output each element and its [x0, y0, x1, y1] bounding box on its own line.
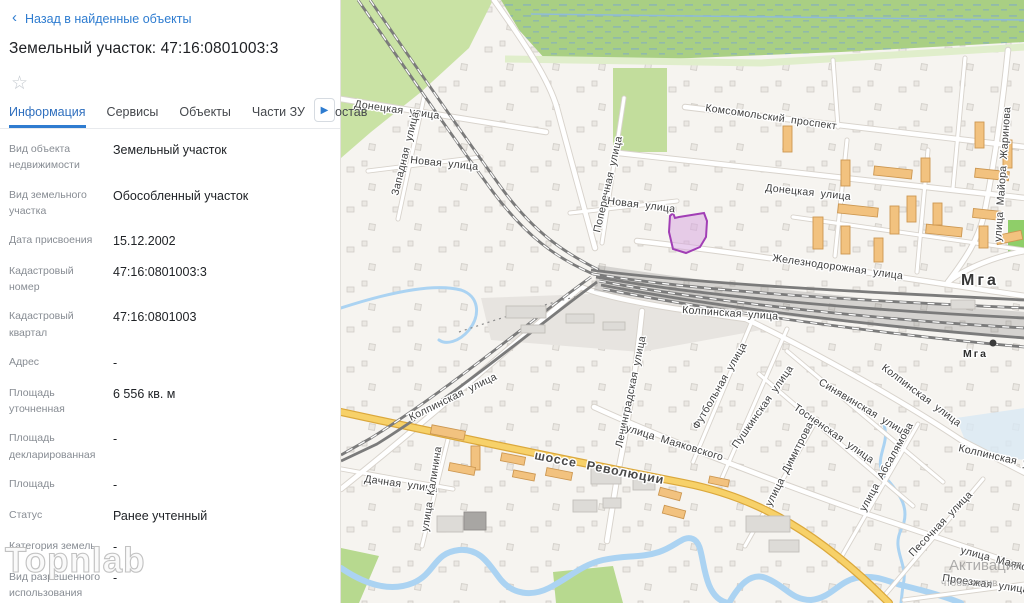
map-canvas[interactable]: Донецкая улица Комсомольский проспект За… [341, 0, 1024, 603]
field-value: - [113, 356, 118, 370]
field-label: Площадь уточненная [9, 386, 65, 416]
field-label: Вид земельного участка [9, 188, 87, 217]
field-label: Вид объекта недвижимости [9, 143, 80, 172]
field-value: 15.12.2002 [113, 234, 176, 249]
field-row: Кадастровый номер 47:16:0801003:3 [9, 263, 331, 296]
field-row: Площадь уточненная 6 556 кв. м [9, 385, 331, 418]
field-value: Земельный участок [113, 143, 227, 157]
tab-services[interactable]: Сервисы [107, 105, 159, 128]
map[interactable]: Донецкая улица Комсомольский проспект За… [340, 0, 1024, 603]
back-chevron-icon: ‹ [12, 9, 17, 26]
back-link-label: Назад в найденные объекты [25, 11, 192, 26]
field-label: Категория земель [9, 539, 96, 552]
activation-watermark-line1: Активация [949, 557, 1022, 574]
field-row: Вид земельного участка Обособленный участ… [9, 187, 331, 220]
field-row: Площадь - [9, 476, 331, 494]
station-label: Мга [963, 348, 988, 360]
field-value: - [113, 570, 118, 585]
field-value: - [113, 539, 118, 554]
field-label: Статус [9, 508, 43, 521]
activation-watermark-line2: чтобы актив [941, 577, 997, 589]
field-row: Дата присвоения 15.12.2002 [9, 232, 331, 250]
field-label: Вид разрешенного использования [9, 570, 101, 599]
tab-parcel-parts[interactable]: Части ЗУ [252, 105, 305, 128]
field-value: - [113, 432, 118, 447]
field-value: 6 556 кв. м [113, 386, 176, 401]
field-label: Площадь декларированная [9, 432, 96, 461]
field-value: Обособленный участок [113, 188, 249, 203]
tabs-overflow-button[interactable]: ▶ [314, 98, 335, 122]
field-label: Кадастровый номер [9, 264, 74, 294]
forest-patch [553, 566, 623, 603]
field-row: Статус Ранее учтенный [9, 507, 331, 525]
field-row: Вид разрешенного использования - [9, 569, 331, 602]
tab-objects[interactable]: Объекты [179, 105, 231, 128]
field-row: Вид объекта недвижимости Земельный участо… [9, 141, 331, 174]
tab-information[interactable]: Информация [9, 105, 86, 128]
favorite-star-icon[interactable]: ☆ [0, 60, 340, 99]
town-label: Мга [961, 272, 999, 289]
industrial-building-dark [463, 511, 487, 531]
field-value: 47:16:0801003 [113, 310, 197, 325]
swamp-area [501, 0, 1024, 67]
tab-bar: Информация Сервисы Объекты Части ЗУ Сост… [0, 98, 367, 129]
cadastral-map-app: ‹ Назад в найденные объекты Земельный уч… [0, 0, 1024, 603]
field-label: Адрес [9, 356, 40, 368]
field-row: Площадь декларированная - [9, 430, 331, 463]
back-link[interactable]: ‹ Назад в найденные объекты [0, 0, 340, 32]
object-info-panel: ‹ Назад в найденные объекты Земельный уч… [0, 0, 367, 603]
field-row: Адрес - [9, 354, 331, 372]
field-row: Кадастровый квартал 47:16:0801003 [9, 308, 331, 341]
field-value: Ранее учтенный [113, 508, 208, 523]
field-label: Кадастровый квартал [9, 310, 74, 339]
field-label: Дата присвоения [9, 234, 93, 247]
field-value: 47:16:0801003:3 [113, 264, 207, 279]
field-label: Площадь [9, 477, 55, 490]
attributes-list: Вид объекта недвижимости Земельный участо… [0, 129, 340, 603]
field-value: - [113, 477, 118, 492]
station-marker [989, 339, 997, 347]
page-title: Земельный участок: 47:16:0801003:3 [9, 40, 279, 57]
field-row: Категория земель - [9, 538, 331, 556]
